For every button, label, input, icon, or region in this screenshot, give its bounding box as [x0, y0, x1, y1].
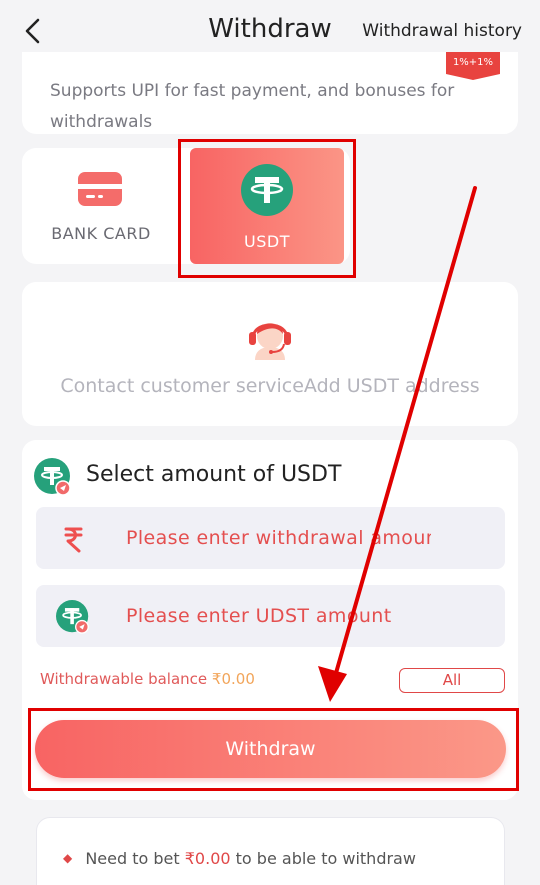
usdt-amount-field [36, 585, 505, 647]
withdrawal-history-link[interactable]: Withdrawal history [362, 21, 522, 41]
withdrawable-balance: Withdrawable balance ₹0.00 [40, 670, 255, 688]
usdt-amount-input[interactable] [126, 585, 431, 647]
back-button[interactable] [18, 14, 48, 48]
bank-card-label: BANK CARD [51, 224, 151, 243]
add-usdt-address-card[interactable]: Contact customer serviceAdd USDT address [22, 282, 518, 426]
balance-value: ₹0.00 [211, 670, 255, 688]
all-button[interactable]: All [399, 668, 505, 693]
upi-info-card: Supports UPI for fast payment, and bonus… [22, 52, 518, 134]
bet-requirement-note: ◆ Need to bet ₹0.00 to be able to withdr… [63, 849, 416, 868]
balance-label: Withdrawable balance [40, 670, 208, 688]
customer-service-icon [249, 323, 291, 360]
contact-service-text: Contact customer serviceAdd USDT address [60, 375, 480, 397]
withdrawal-amount-input[interactable] [126, 507, 431, 569]
rupee-icon [64, 527, 83, 553]
svg-text:1%+1%: 1%+1% [453, 57, 493, 68]
note-amount: ₹0.00 [184, 849, 231, 868]
chevron-left-icon [25, 18, 40, 44]
bonus-badge: 1%+1% [446, 52, 500, 80]
credit-card-icon [78, 172, 122, 206]
bank-card-option[interactable]: BANK CARD [46, 166, 156, 250]
upi-description: Supports UPI for fast payment, and bonus… [50, 81, 455, 132]
usdt-coin-icon [34, 458, 71, 496]
diamond-bullet-icon: ◆ [63, 851, 73, 865]
amount-section-title: Select amount of USDT [86, 462, 342, 487]
withdrawal-amount-field [36, 507, 505, 569]
bet-requirement-card: ◆ Need to bet ₹0.00 to be able to withdr… [36, 817, 505, 885]
note-prefix: Need to bet [85, 849, 180, 868]
usdt-coin-icon [56, 600, 89, 634]
annotation-box-usdt [178, 139, 356, 278]
note-suffix: to be able to withdraw [235, 849, 416, 868]
annotation-box-withdraw [28, 708, 519, 791]
